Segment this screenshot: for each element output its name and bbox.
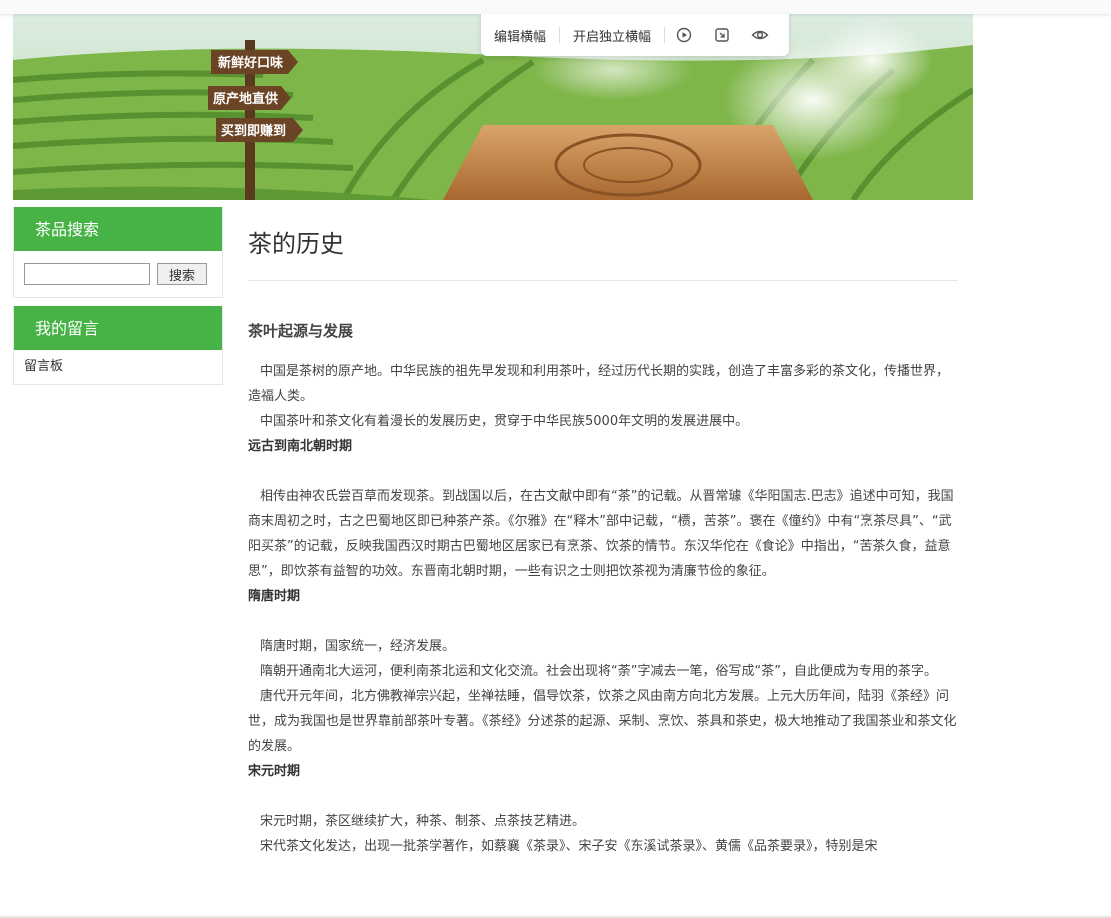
sidebar: 茶品搜索 搜索 我的留言 留言板: [13, 207, 223, 385]
messages-box: 我的留言 留言板: [13, 306, 223, 385]
edit-banner-button[interactable]: 编辑横幅: [481, 26, 559, 45]
section-paragraph: 唐代开元年间，北方佛教禅宗兴起，坐禅祛睡，倡导饮茶，饮茶之风由南方向北方发展。上…: [248, 689, 957, 754]
standalone-banner-button[interactable]: 开启独立横幅: [560, 26, 664, 45]
search-row: 搜索: [14, 251, 222, 297]
section-paragraph: 宋代茶文化发达，出现一批茶学著作，如蔡襄《茶录》、宋子安《东溪试茶录》、黄儒《品…: [260, 839, 878, 854]
messages-box-title: 我的留言: [14, 306, 222, 350]
resize-icon[interactable]: [703, 27, 741, 43]
intro-paragraph: 中国是茶树的原产地。中华民族的祖先早发现和利用茶叶，经过历代长期的实践，创造了丰…: [248, 364, 950, 404]
section-paragraph: 隋唐时期，国家统一，经济发展。: [260, 639, 456, 654]
banner-toolbar: 编辑横幅 开启独立横幅: [481, 14, 789, 56]
search-button[interactable]: 搜索: [157, 263, 207, 285]
article-subtitle: 茶叶起源与发展: [248, 322, 354, 340]
section-heading: 宋元时期: [248, 764, 301, 779]
section-paragraph: 宋元时期，茶区继续扩大，种茶、制茶、点茶技艺精进。: [260, 814, 586, 829]
article: 茶的历史 茶叶起源与发展 中国是茶树的原产地。中华民族的祖先早发现和利用茶叶，经…: [248, 222, 958, 859]
sign-3-text: 买到即赚到: [221, 123, 286, 139]
search-box-title: 茶品搜索: [14, 207, 222, 251]
page-title: 茶的历史: [248, 222, 958, 281]
section-heading: 远古到南北朝时期: [248, 439, 353, 454]
section-paragraph: 隋朝开通南北大运河，便利南茶北运和文化交流。社会出现将“荼”字减去一笔，俗写成“…: [260, 664, 937, 679]
sign-1-text: 新鲜好口味: [218, 55, 283, 71]
top-bar: [0, 0, 1111, 14]
search-input[interactable]: [24, 263, 150, 285]
intro-paragraph: 中国茶叶和茶文化有着漫长的发展历史，贯穿于中华民族5000年文明的发展进展中。: [260, 414, 749, 429]
message-board-link[interactable]: 留言板: [14, 350, 222, 384]
eye-icon[interactable]: [741, 27, 779, 43]
section-paragraph: 相传由神农氏尝百草而发现茶。到战国以后，在古文献中即有“茶”的记载。从晋常璩《华…: [248, 489, 954, 579]
section-heading: 隋唐时期: [248, 589, 301, 604]
play-icon[interactable]: [665, 27, 703, 43]
search-box: 茶品搜索 搜索: [13, 207, 223, 298]
sign-2-text: 原产地直供: [213, 91, 278, 107]
